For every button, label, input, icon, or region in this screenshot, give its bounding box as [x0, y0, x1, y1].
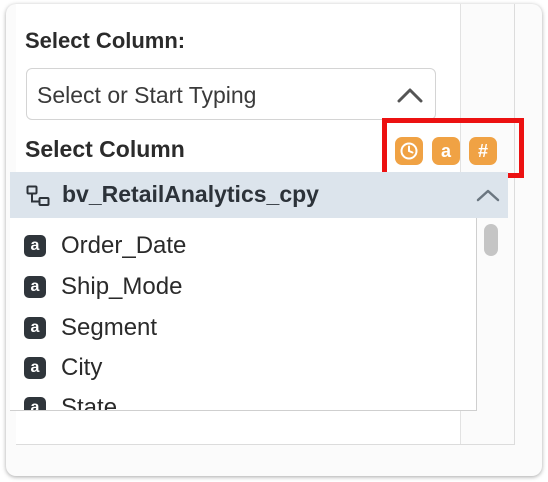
column-select-input[interactable]: Select or Start Typing	[26, 68, 436, 120]
list-item[interactable]: a City	[24, 348, 102, 388]
list-item[interactable]: a Ship_Mode	[24, 267, 182, 307]
text-type-icon: a	[24, 276, 46, 298]
text-type-icon: a	[24, 235, 46, 257]
dataset-name: bv_RetailAnalytics_cpy	[62, 181, 319, 207]
column-label: City	[61, 354, 103, 381]
dataset-tree-icon	[26, 185, 50, 212]
field-label: Select Column:	[25, 28, 186, 53]
text-type-icon[interactable]: a	[432, 137, 460, 165]
text-type-icon: a	[24, 357, 46, 379]
number-type-icon[interactable]: #	[469, 137, 497, 165]
list-item[interactable]: a State	[24, 388, 118, 411]
chevron-up-icon[interactable]	[476, 188, 500, 207]
column-label: Ship_Mode	[61, 273, 183, 300]
scrollbar-thumb[interactable]	[484, 224, 498, 256]
text-type-icon: a	[24, 317, 46, 339]
chevron-up-icon[interactable]	[397, 87, 423, 108]
text-type-icon: a	[24, 397, 46, 410]
list-item[interactable]: a Segment	[24, 308, 157, 348]
type-filter-highlight: a #	[382, 118, 524, 178]
panel-divider	[514, 4, 515, 444]
column-label: Segment	[61, 314, 158, 341]
list-item[interactable]: a Order_Date	[24, 226, 186, 266]
column-label: Order_Date	[61, 232, 187, 259]
column-label: State	[61, 394, 118, 411]
clock-icon[interactable]	[395, 137, 423, 165]
select-placeholder: Select or Start Typing	[37, 82, 257, 108]
dropdown-heading: Select Column	[25, 136, 185, 162]
dataset-group-header[interactable]: bv_RetailAnalytics_cpy	[10, 172, 508, 218]
column-list[interactable]: a Order_Date a Ship_Mode a Segment a Cit…	[10, 218, 477, 411]
panel-divider-bottom	[16, 444, 515, 445]
